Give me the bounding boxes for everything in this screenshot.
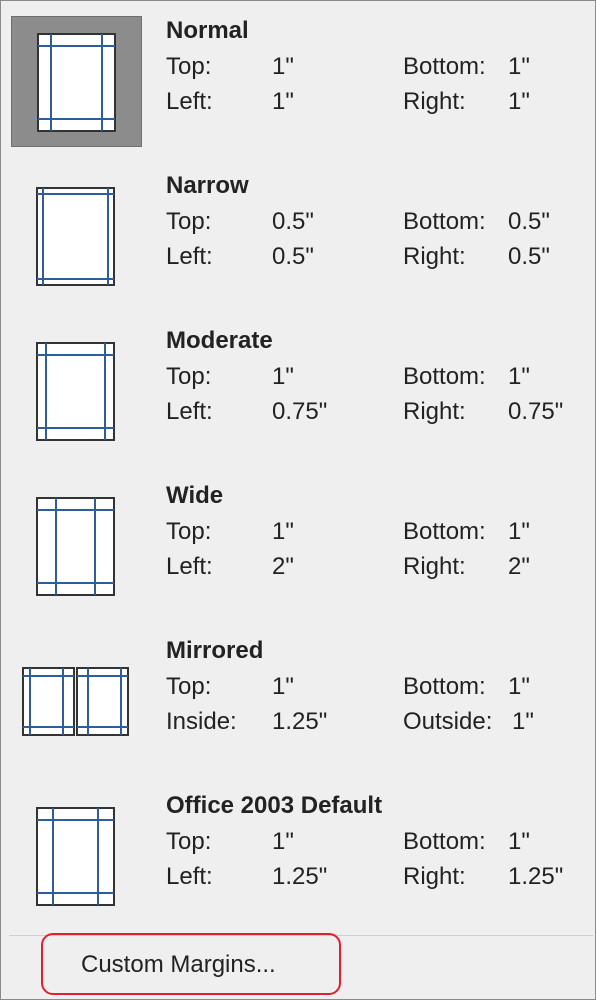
right-label: Right: — [403, 243, 466, 270]
thumb-container — [11, 481, 142, 612]
bottom-label: Bottom: — [403, 518, 486, 545]
left-label: Left: — [166, 863, 213, 890]
top-label: Top: — [166, 208, 212, 235]
left-value: 0.5" — [272, 243, 314, 270]
outside-label: Outside: — [403, 708, 493, 735]
left-label: Left: — [166, 243, 213, 270]
top-value: 1" — [272, 828, 294, 855]
right-value: 0.75" — [508, 398, 564, 425]
bottom-value: 0.5" — [508, 208, 550, 235]
custom-margins-label: Custom Margins... — [81, 951, 276, 978]
option-name: Mirrored — [166, 637, 264, 664]
top-value: 1" — [272, 518, 294, 545]
bottom-value: 1" — [508, 363, 530, 390]
margins-dropdown-menu: Normal Top: 1" Bottom: 1" Left: 1" Right… — [0, 0, 596, 1000]
custom-margins-button[interactable]: Custom Margins... — [41, 933, 341, 995]
top-value: 1" — [272, 673, 294, 700]
option-name: Narrow — [166, 172, 249, 199]
page-moderate-icon — [36, 342, 115, 441]
bottom-label: Bottom: — [403, 208, 486, 235]
left-label: Left: — [166, 88, 213, 115]
right-value: 0.5" — [508, 243, 550, 270]
margin-option-wide[interactable]: Wide Top: 1" Bottom: 1" Left: 2" Right: … — [2, 466, 594, 616]
right-label: Right: — [403, 88, 466, 115]
option-name: Office 2003 Default — [166, 792, 383, 819]
inside-label: Inside: — [166, 708, 237, 735]
top-label: Top: — [166, 673, 212, 700]
bottom-value: 1" — [508, 673, 530, 700]
thumb-container — [11, 791, 142, 922]
top-value: 1" — [272, 53, 294, 80]
right-value: 2" — [508, 553, 530, 580]
page-mirrored-icon — [22, 667, 129, 736]
page-wide-icon — [36, 497, 115, 596]
option-name: Moderate — [166, 327, 273, 354]
left-value: 1" — [272, 88, 294, 115]
top-label: Top: — [166, 828, 212, 855]
margin-option-mirrored[interactable]: Mirrored Top: 1" Bottom: 1" Inside: 1.25… — [2, 621, 594, 771]
option-name: Normal — [166, 17, 249, 44]
outside-value: 1" — [512, 708, 534, 735]
selected-highlight — [11, 16, 142, 147]
bottom-label: Bottom: — [403, 828, 486, 855]
right-value: 1.25" — [508, 863, 564, 890]
page-narrow-icon — [36, 187, 115, 286]
bottom-label: Bottom: — [403, 53, 486, 80]
bottom-value: 1" — [508, 53, 530, 80]
bottom-label: Bottom: — [403, 363, 486, 390]
bottom-value: 1" — [508, 518, 530, 545]
margin-option-narrow[interactable]: Narrow Top: 0.5" Bottom: 0.5" Left: 0.5"… — [2, 156, 594, 306]
left-label: Left: — [166, 398, 213, 425]
bottom-value: 1" — [508, 828, 530, 855]
thumb-container — [11, 171, 142, 302]
thumb-container — [11, 636, 142, 767]
right-label: Right: — [403, 553, 466, 580]
top-label: Top: — [166, 363, 212, 390]
right-label: Right: — [403, 863, 466, 890]
left-value: 0.75" — [272, 398, 328, 425]
page-office2003-icon — [36, 807, 115, 906]
thumb-container — [11, 326, 142, 457]
top-label: Top: — [166, 518, 212, 545]
top-value: 1" — [272, 363, 294, 390]
right-value: 1" — [508, 88, 530, 115]
top-label: Top: — [166, 53, 212, 80]
margin-option-normal[interactable]: Normal Top: 1" Bottom: 1" Left: 1" Right… — [2, 1, 594, 151]
margin-option-office-2003-default[interactable]: Office 2003 Default Top: 1" Bottom: 1" L… — [2, 776, 594, 926]
page-normal-icon — [37, 33, 116, 132]
right-label: Right: — [403, 398, 466, 425]
left-value: 2" — [272, 553, 294, 580]
top-value: 0.5" — [272, 208, 314, 235]
option-name: Wide — [166, 482, 224, 509]
left-label: Left: — [166, 553, 213, 580]
bottom-label: Bottom: — [403, 673, 486, 700]
left-value: 1.25" — [272, 863, 328, 890]
inside-value: 1.25" — [272, 708, 328, 735]
margin-option-moderate[interactable]: Moderate Top: 1" Bottom: 1" Left: 0.75" … — [2, 311, 594, 461]
